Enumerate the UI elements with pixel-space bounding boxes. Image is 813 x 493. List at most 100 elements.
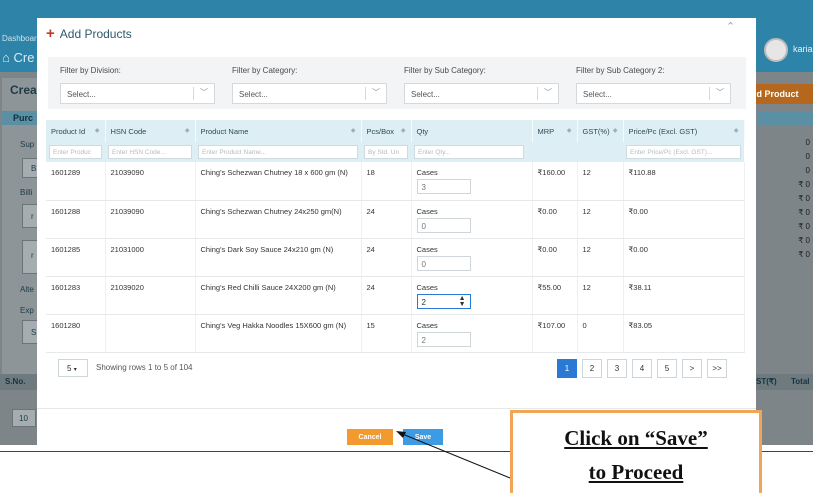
col-product-id[interactable]: Product Id ◆ [46, 120, 106, 142]
spinner-icon[interactable]: ▲ ▼ [459, 295, 466, 308]
page-button-1[interactable]: 1 [557, 359, 577, 378]
caret-down-icon: ▾ [73, 367, 77, 373]
filter-bar: Filter by Division: Select... ﹀ Filter by… [48, 57, 746, 109]
gst: 12 [577, 162, 624, 201]
bg-col-total: Total [791, 377, 810, 386]
table-row: 1601289 21039090 Ching's Schezwan Chutne… [46, 162, 745, 201]
product-id: 1601283 [46, 276, 106, 315]
summary-value: ₹ 0 [798, 236, 810, 245]
col-mrp[interactable]: MRP ◆ [532, 120, 578, 142]
mrp: ₹160.00 [532, 162, 578, 201]
sort-icon: ◆ [400, 128, 406, 134]
summary-value: 0 [805, 138, 810, 147]
qty-input[interactable]: 2 [416, 331, 471, 347]
qty-unit: Cases [416, 244, 438, 254]
price-filter-input[interactable]: Enter Price/Pc (Excl. GST)... [626, 145, 741, 159]
sort-icon: ◆ [184, 128, 190, 134]
save-button[interactable]: Save [403, 429, 443, 445]
product-name-filter-input[interactable]: Enter Product Name... [198, 145, 358, 159]
hsn-filter-input[interactable]: Enter HSN Code... [108, 145, 192, 159]
bg-col-sno: S.No. [5, 377, 26, 386]
next-page-button[interactable]: > [682, 359, 702, 378]
qty-input[interactable]: 0 [416, 255, 471, 271]
col-pcs-box[interactable]: Pcs/Box ◆ [361, 120, 412, 142]
add-products-modal: + Add Products ⌃ Filter by Division: Sele… [37, 18, 756, 445]
last-page-button[interactable]: >> [707, 359, 727, 378]
product-name: Ching's Veg Hakka Noodles 15X600 gm (N) [195, 314, 362, 353]
col-price[interactable]: Price/Pc (Excl. GST) ◆ [623, 120, 745, 142]
page-size-select[interactable]: 5 ▾ [58, 359, 88, 377]
cancel-button[interactable]: Cancel [347, 429, 393, 445]
dashboard-breadcrumb[interactable]: Dashboar [2, 34, 37, 43]
page-size-value: 5 [67, 364, 72, 373]
page-button-5[interactable]: 5 [657, 359, 677, 378]
add-product-label: ld Product [754, 89, 799, 99]
chevron-down-icon: ﹀ [372, 88, 380, 97]
col-hsn-code[interactable]: HSN Code ◆ [105, 120, 196, 142]
sub-category-filter-select[interactable]: Select... ﹀ [404, 83, 559, 104]
purchase-tab[interactable]: Purc [13, 113, 33, 123]
home-icon: ⌂ [2, 50, 10, 65]
hsn-code: 21039090 [105, 162, 196, 201]
col-qty[interactable]: Qty [411, 120, 533, 142]
col-gst[interactable]: GST(%) ◆ [577, 120, 624, 142]
pcs-box: 24 [361, 238, 412, 277]
pcs-box: 18 [361, 162, 412, 201]
right-tab-strip [758, 111, 813, 125]
qty-unit: Cases [416, 282, 438, 292]
qty-input[interactable]: 3 [416, 179, 471, 194]
summary-value: ₹ 0 [798, 194, 810, 203]
qty-input[interactable]: 0 [416, 217, 471, 233]
bg-page-size-value: 10 [19, 414, 28, 423]
hsn-code: 21039020 [105, 276, 196, 315]
price: ₹0.00 [623, 238, 745, 277]
table-row: 1601288 21039090 Ching's Schezwan Chutne… [46, 200, 745, 239]
product-name: Ching's Red Chilli Sauce 24X200 gm (N) [195, 276, 362, 315]
mrp: ₹0.00 [532, 238, 578, 277]
page-button-2[interactable]: 2 [582, 359, 602, 378]
callout-line-1: Click on “Save” [564, 426, 708, 450]
sort-icon: ◆ [350, 128, 356, 134]
division-filter-label: Filter by Division: [60, 66, 121, 75]
summary-value: 0 [805, 166, 810, 175]
modal-divider [37, 408, 756, 409]
products-table: Product Id ◆ HSN Code ◆ Product Name ◆ Pcs/… [46, 120, 745, 353]
bg-label: Exp [20, 306, 34, 315]
qty-input-active[interactable]: 2 ▲ ▼ [416, 293, 471, 309]
product-id-filter-input[interactable]: Enter Produc [49, 145, 102, 159]
bg-label: r [31, 212, 34, 221]
product-id: 1601280 [46, 314, 106, 353]
page-button-3[interactable]: 3 [607, 359, 627, 378]
sort-icon: ◆ [94, 128, 100, 134]
sub-category-2-filter-label: Filter by Sub Category 2: [576, 66, 665, 75]
avatar[interactable] [764, 38, 788, 62]
table-row: 1601280 Ching's Veg Hakka Noodles 15X600… [46, 314, 745, 353]
pcs-box: 24 [361, 200, 412, 239]
price: ₹38.11 [623, 276, 745, 315]
sub-category-2-filter-select[interactable]: Select... ﹀ [576, 83, 731, 104]
bg-col-gst: ST(₹) [756, 377, 777, 386]
division-filter-select[interactable]: Select... ﹀ [60, 83, 215, 104]
sort-icon: ◆ [566, 128, 572, 134]
qty-value: 2 [421, 297, 426, 307]
select-placeholder: Select... [67, 90, 96, 99]
bg-label: Sup [20, 140, 35, 149]
page-button-4[interactable]: 4 [632, 359, 652, 378]
plus-icon: + [46, 25, 55, 42]
pcs-box-filter-input[interactable]: By Std. Un [364, 145, 408, 159]
product-name: Ching's Dark Soy Sauce 24x210 gm (N) [195, 238, 362, 277]
col-product-name[interactable]: Product Name ◆ [195, 120, 362, 142]
chevron-up-icon[interactable]: ⌃ [726, 20, 735, 33]
hsn-code [105, 314, 196, 353]
pcs-box: 15 [361, 314, 412, 353]
category-filter-select[interactable]: Select... ﹀ [232, 83, 387, 104]
qty-unit: Cases [416, 168, 438, 177]
qty-filter-input[interactable]: Enter Qty... [414, 145, 524, 159]
summary-value: ₹ 0 [798, 208, 810, 217]
sub-category-filter-label: Filter by Sub Category: [404, 66, 486, 75]
price: ₹110.88 [623, 162, 745, 201]
qty-unit: Cases [416, 320, 438, 330]
user-name[interactable]: karia [793, 44, 813, 54]
select-placeholder: Select... [239, 90, 268, 99]
showing-rows-text: Showing rows 1 to 5 of 104 [96, 363, 193, 372]
